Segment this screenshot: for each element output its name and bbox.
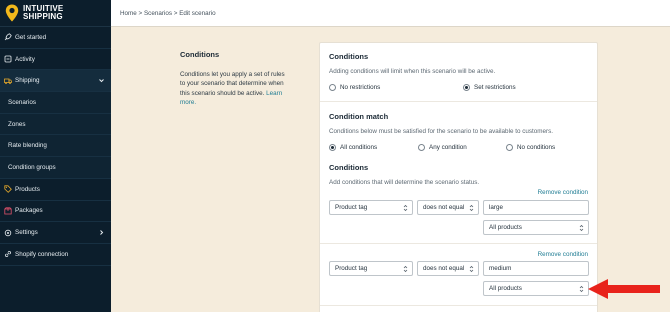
scope-select[interactable]: All products xyxy=(483,281,589,296)
truck-icon xyxy=(4,77,12,85)
sidebar-item-scenarios[interactable]: Scenarios xyxy=(0,92,111,114)
condition-match-help: Conditions below must be satisfied for t… xyxy=(329,128,554,135)
link-icon xyxy=(4,250,12,258)
select-caret-icon xyxy=(579,285,584,293)
radio-circle-selected xyxy=(463,84,470,91)
sidebar: INTUITIVE SHIPPING Get started Activity … xyxy=(0,0,111,312)
scope-select[interactable]: All products xyxy=(483,220,589,235)
gear-icon xyxy=(4,229,12,237)
field-select[interactable]: Product tag xyxy=(329,200,413,215)
radio-no-conditions[interactable]: No conditions xyxy=(506,144,555,151)
radio-set-restrictions[interactable]: Set restrictions xyxy=(463,84,516,91)
select-caret-icon xyxy=(403,265,408,273)
sidebar-item-condition-groups[interactable]: Condition groups xyxy=(0,157,111,179)
condition-match-radio-group: All conditions Any condition No conditio… xyxy=(329,144,588,151)
activity-icon xyxy=(4,55,12,63)
sidebar-item-get-started[interactable]: Get started xyxy=(0,27,111,49)
radio-circle xyxy=(418,144,425,151)
radio-circle-selected xyxy=(329,144,336,151)
rules-section: Conditions Add conditions that will dete… xyxy=(329,163,588,186)
chevron-right-icon[interactable] xyxy=(98,229,105,236)
logo[interactable]: INTUITIVE SHIPPING xyxy=(0,0,111,27)
rules-title: Conditions xyxy=(329,163,369,172)
radio-no-restrictions[interactable]: No restrictions xyxy=(329,84,463,91)
condition-match-title: Condition match xyxy=(329,112,389,121)
value-input[interactable]: large xyxy=(483,200,589,215)
rocket-icon xyxy=(4,33,12,41)
chevron-down-icon[interactable] xyxy=(98,77,105,84)
sidebar-item-zones[interactable]: Zones xyxy=(0,113,111,136)
sidebar-item-settings[interactable]: Settings xyxy=(0,222,111,244)
divider xyxy=(320,101,597,102)
remove-condition-link[interactable]: Remove condition xyxy=(538,189,588,196)
sidebar-item-packages[interactable]: Packages xyxy=(0,201,111,223)
radio-circle xyxy=(506,144,513,151)
sidebar-item-rate-blending[interactable]: Rate blending xyxy=(0,135,111,158)
select-caret-icon xyxy=(403,204,408,212)
breadcrumb-separator: > xyxy=(136,9,144,17)
breadcrumb: Home > Scenarios > Edit scenario xyxy=(111,0,670,27)
restrictions-radio-group: No restrictions Set restrictions xyxy=(329,84,588,91)
divider xyxy=(320,305,597,306)
operator-select[interactable]: does not equal xyxy=(417,200,479,215)
conditions-card: Conditions Adding conditions will limit … xyxy=(319,42,598,312)
package-icon xyxy=(4,207,12,215)
sidebar-item-shopify-connection[interactable]: Shopify connection xyxy=(0,244,111,266)
intro-title: Conditions xyxy=(180,50,220,59)
rules-help: Add conditions that will determine the s… xyxy=(329,179,480,186)
condition-match-section: Condition match Conditions below must be… xyxy=(329,112,588,151)
value-input[interactable]: medium xyxy=(483,261,589,276)
divider xyxy=(320,243,597,244)
field-select[interactable]: Product tag xyxy=(329,261,413,276)
restrictions-help: Adding conditions will limit when this s… xyxy=(329,68,496,75)
breadcrumb-home[interactable]: Home xyxy=(120,10,137,17)
tag-icon xyxy=(4,185,12,194)
brand-name: INTUITIVE SHIPPING xyxy=(23,4,64,21)
breadcrumb-separator: > xyxy=(172,9,180,17)
select-caret-icon xyxy=(579,224,584,232)
restrictions-section: Conditions Adding conditions will limit … xyxy=(329,52,588,91)
breadcrumb-scenarios[interactable]: Scenarios xyxy=(144,10,172,17)
radio-circle xyxy=(329,84,336,91)
sidebar-item-shipping[interactable]: Shipping xyxy=(0,70,111,93)
select-caret-icon xyxy=(469,265,474,273)
intro-text: Conditions let you apply a set of rules … xyxy=(180,71,285,106)
restrictions-title: Conditions xyxy=(329,52,369,61)
conditions-intro: Conditions Conditions let you apply a se… xyxy=(180,50,290,107)
annotation-arrow-icon xyxy=(588,279,660,299)
remove-condition-link[interactable]: Remove condition xyxy=(538,251,588,258)
operator-select[interactable]: does not equal xyxy=(417,261,479,276)
radio-any-condition[interactable]: Any condition xyxy=(418,144,506,151)
breadcrumb-current: Edit scenario xyxy=(179,9,216,17)
sidebar-item-activity[interactable]: Activity xyxy=(0,49,111,71)
select-caret-icon xyxy=(469,204,474,212)
location-pin-icon xyxy=(5,4,19,22)
sidebar-item-products[interactable]: Products xyxy=(0,179,111,201)
radio-all-conditions[interactable]: All conditions xyxy=(329,144,418,151)
